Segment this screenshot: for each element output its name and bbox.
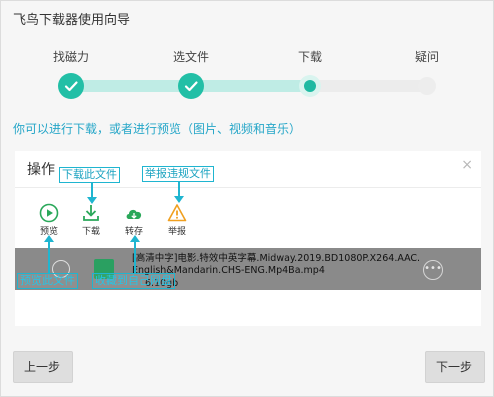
preview-button[interactable]: 预览 (29, 203, 69, 237)
report-button[interactable]: 举报 (157, 203, 197, 237)
annotation-report-file: 举报违规文件 (142, 166, 214, 182)
annotation-download-file: 下载此文件 (59, 167, 120, 183)
next-step-button[interactable]: 下一步 (425, 351, 485, 383)
warning-icon (167, 204, 187, 222)
step-label-4: 疑问 (414, 50, 440, 64)
panel-title: 操作 (27, 162, 55, 178)
step-label-1: 找磁力 (52, 50, 90, 64)
step-current-dot (299, 75, 321, 97)
report-label: 举报 (167, 227, 186, 237)
file-name: [高清中字]电影.特效中英字幕.Midway.2019.BD1080P.X264… (132, 253, 421, 276)
annotation-arrow (174, 182, 184, 203)
download-button[interactable]: 下载 (71, 203, 111, 237)
annotation-preview-file: 预览此文件 (17, 273, 78, 289)
more-options-icon[interactable]: ••• (423, 260, 443, 280)
step-track-pending (311, 80, 429, 92)
previous-step-button[interactable]: 上一步 (13, 351, 73, 383)
cloud-save-icon (126, 209, 142, 219)
close-icon[interactable]: × (461, 157, 473, 173)
wizard-window: 飞鸟下载器使用向导 找磁力 选文件 下载 疑问 你可以进行下载，或者进行预览（图… (0, 0, 494, 397)
download-icon (83, 205, 99, 221)
step-done-check-icon (178, 73, 204, 99)
download-hint: 你可以进行下载，或者进行预览（图片、视频和音乐） (13, 122, 302, 136)
play-circle-icon (39, 203, 59, 223)
file-row[interactable]: [高清中字]电影.特效中英字幕.Midway.2019.BD1080P.X264… (15, 248, 481, 290)
download-label: 下载 (81, 227, 100, 237)
step-done-check-icon (58, 73, 84, 99)
window-title: 飞鸟下载器使用向导 (13, 13, 131, 28)
step-label-2: 选文件 (172, 50, 210, 64)
panel-divider (15, 187, 481, 188)
save-to-cloud-button[interactable]: 转存 (114, 203, 154, 237)
annotation-arrow (130, 235, 140, 273)
step-pending-dot (418, 77, 436, 95)
annotation-arrow (87, 183, 97, 204)
step-label-3: 下载 (297, 50, 323, 64)
annotation-arrow (44, 235, 54, 273)
annotation-save-to-cloud: 收藏到自己网盘 (92, 273, 175, 289)
